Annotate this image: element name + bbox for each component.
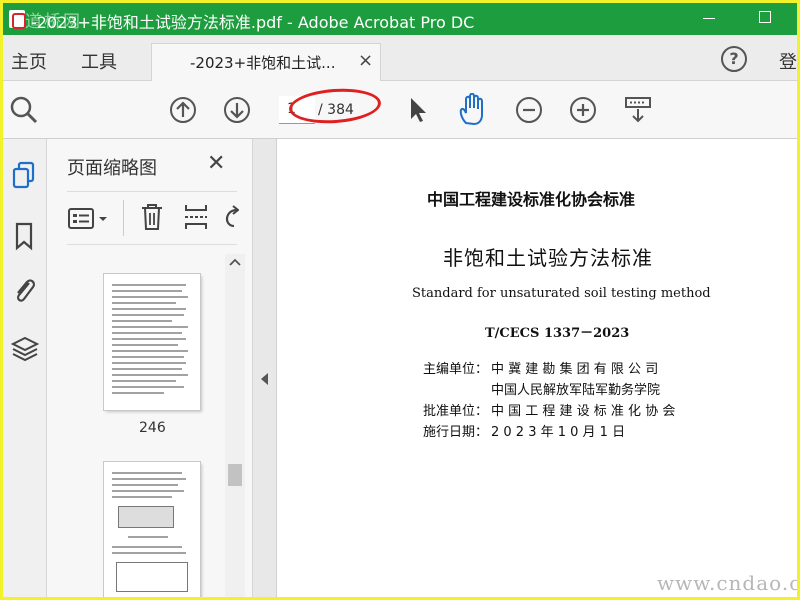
doc-date-label: 施行日期： — [423, 425, 489, 440]
tab-close-icon[interactable]: × — [358, 50, 373, 71]
login-link[interactable]: 登 — [779, 48, 797, 74]
doc-editor-1: 中 冀 建 勘 集 团 有 限 公 司 — [491, 362, 659, 377]
doc-title-en: Standard for unsaturated soil testing me… — [412, 286, 711, 301]
panel-close-icon[interactable]: ✕ — [207, 151, 225, 176]
thumbnail-options-icon[interactable] — [67, 206, 113, 232]
doc-title-cn: 非饱和土试验方法标准 — [443, 246, 653, 270]
document-tab[interactable]: -2023+非饱和土试... × — [151, 43, 381, 81]
minimize-button[interactable] — [703, 18, 715, 19]
doc-org-standard: 中国工程建设标准化协会标准 — [427, 190, 636, 209]
acrobat-app-icon — [9, 10, 26, 29]
highlight-ellipse-annotation — [287, 85, 383, 127]
menu-tools[interactable]: 工具 — [81, 48, 117, 74]
toolbar: 1 / 384 — [3, 81, 797, 139]
acrobat-window: -2023+非饱和土试验方法标准.pdf - Adobe Acrobat Pro… — [3, 3, 797, 597]
doc-standard-code: T/CECS 1337－2023 — [485, 326, 630, 341]
select-arrow-icon[interactable] — [407, 95, 429, 125]
page-thumbnails-panel: 页面缩略图 ✕ 246 — [47, 139, 253, 597]
doc-approver-label: 批准单位： — [423, 404, 489, 419]
titlebar-watermark: 道桥网 — [25, 12, 82, 32]
doc-editor-2: 中国人民解放军陆军勤务学院 — [491, 383, 661, 398]
tab-bar: 主页 工具 -2023+非饱和土试... × ? 登 — [3, 35, 797, 81]
page-thumbnail[interactable] — [104, 274, 200, 410]
document-tab-label: -2023+非饱和土试... — [190, 54, 336, 72]
doc-editor-label: 主编单位： — [423, 362, 489, 377]
menu-home[interactable]: 主页 — [11, 48, 47, 74]
page-up-icon[interactable] — [169, 96, 197, 124]
doc-approver: 中 国 工 程 建 设 标 准 化 协 会 — [491, 404, 676, 419]
panel-title: 页面缩略图 — [67, 158, 157, 179]
thumbnail-scrollbar[interactable] — [225, 254, 245, 597]
left-icon-rail — [3, 139, 47, 597]
page-down-icon[interactable] — [223, 96, 251, 124]
page-thumbnail[interactable] — [104, 462, 200, 597]
hand-icon[interactable] — [457, 93, 489, 127]
keyboard-scroll-icon[interactable] — [623, 95, 653, 125]
panel-toolbar — [67, 191, 239, 245]
rotate-page-icon[interactable] — [223, 204, 239, 232]
delete-page-icon[interactable] — [139, 202, 165, 232]
scroll-up-icon[interactable] — [229, 258, 241, 266]
doc-date: 2 0 2 3 年 1 0 月 1 日 — [491, 425, 626, 440]
attachment-icon[interactable] — [11, 275, 37, 307]
window-title: -2023+非饱和土试验方法标准.pdf - Adobe Acrobat Pro… — [31, 13, 475, 32]
insert-page-icon[interactable] — [183, 202, 209, 232]
site-watermark: www.cndao.com — [657, 571, 797, 595]
toolbar-divider — [123, 200, 124, 236]
scroll-thumb[interactable] — [228, 464, 242, 486]
panel-collapse-strip[interactable] — [253, 139, 277, 597]
document-page: 中国工程建设标准化协会标准 非饱和土试验方法标准 Standard for un… — [277, 139, 797, 597]
title-bar: -2023+非饱和土试验方法标准.pdf - Adobe Acrobat Pro… — [3, 3, 797, 35]
thumbnail-page-label: 246 — [139, 420, 166, 436]
zoom-in-icon[interactable] — [569, 96, 597, 124]
bookmark-icon[interactable] — [11, 221, 37, 251]
help-icon[interactable]: ? — [721, 46, 747, 72]
collapse-arrow-icon[interactable] — [261, 373, 268, 385]
maximize-button[interactable] — [759, 11, 771, 23]
zoom-icon[interactable] — [9, 95, 39, 125]
layers-icon[interactable] — [11, 335, 39, 365]
zoom-out-icon[interactable] — [515, 96, 543, 124]
page-thumbnails-icon[interactable] — [11, 161, 37, 191]
